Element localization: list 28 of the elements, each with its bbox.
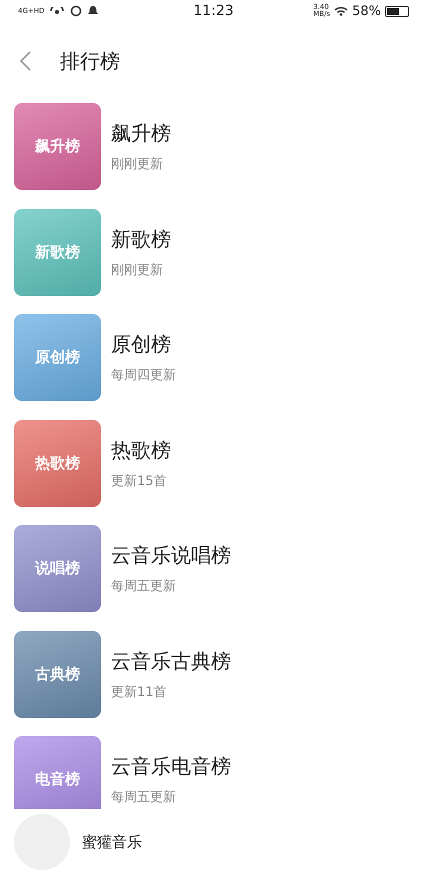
chart-name[interactable]: 新歌榜 — [111, 226, 171, 252]
cover-label: 原创榜 — [35, 348, 80, 367]
chart-name[interactable]: 飙升榜 — [111, 120, 171, 147]
cover-label: 热歌榜 — [35, 454, 80, 472]
chart-name[interactable]: 云音乐电音榜 — [111, 753, 231, 780]
chart-name[interactable]: 热歌榜 — [111, 436, 171, 464]
cover-label: 古典榜 — [35, 664, 80, 684]
bell-icon — [88, 5, 98, 17]
update-info: 更新11首 — [111, 684, 168, 700]
cover-label: 飙升榜 — [35, 137, 80, 156]
wifi-icon — [334, 6, 348, 16]
battery-percentage: 58% — [352, 4, 382, 18]
update-info: 刚刚更新 — [111, 262, 164, 278]
chart-name[interactable]: 云音乐说唱榜 — [111, 542, 231, 569]
update-info: 每周五更新 — [111, 578, 177, 595]
page-title: 排行榜 — [60, 48, 120, 74]
update-info: 每周五更新 — [111, 789, 177, 806]
update-info: 每周四更新 — [111, 367, 176, 384]
clock-time: 11:23 — [193, 3, 234, 19]
chart-name[interactable]: 云音乐古典榜 — [111, 648, 231, 674]
chart-name[interactable]: 原创榜 — [111, 331, 176, 358]
cover-label: 说唱榜 — [35, 559, 80, 578]
update-info: 更新15首 — [111, 472, 168, 490]
battery-icon — [385, 6, 410, 16]
song-title: 蜜獾音乐 — [82, 832, 142, 852]
cover-label: 新歌榜 — [35, 242, 80, 262]
cover-label: 电音榜 — [35, 770, 80, 789]
update-info: 刚刚更新 — [111, 156, 164, 173]
